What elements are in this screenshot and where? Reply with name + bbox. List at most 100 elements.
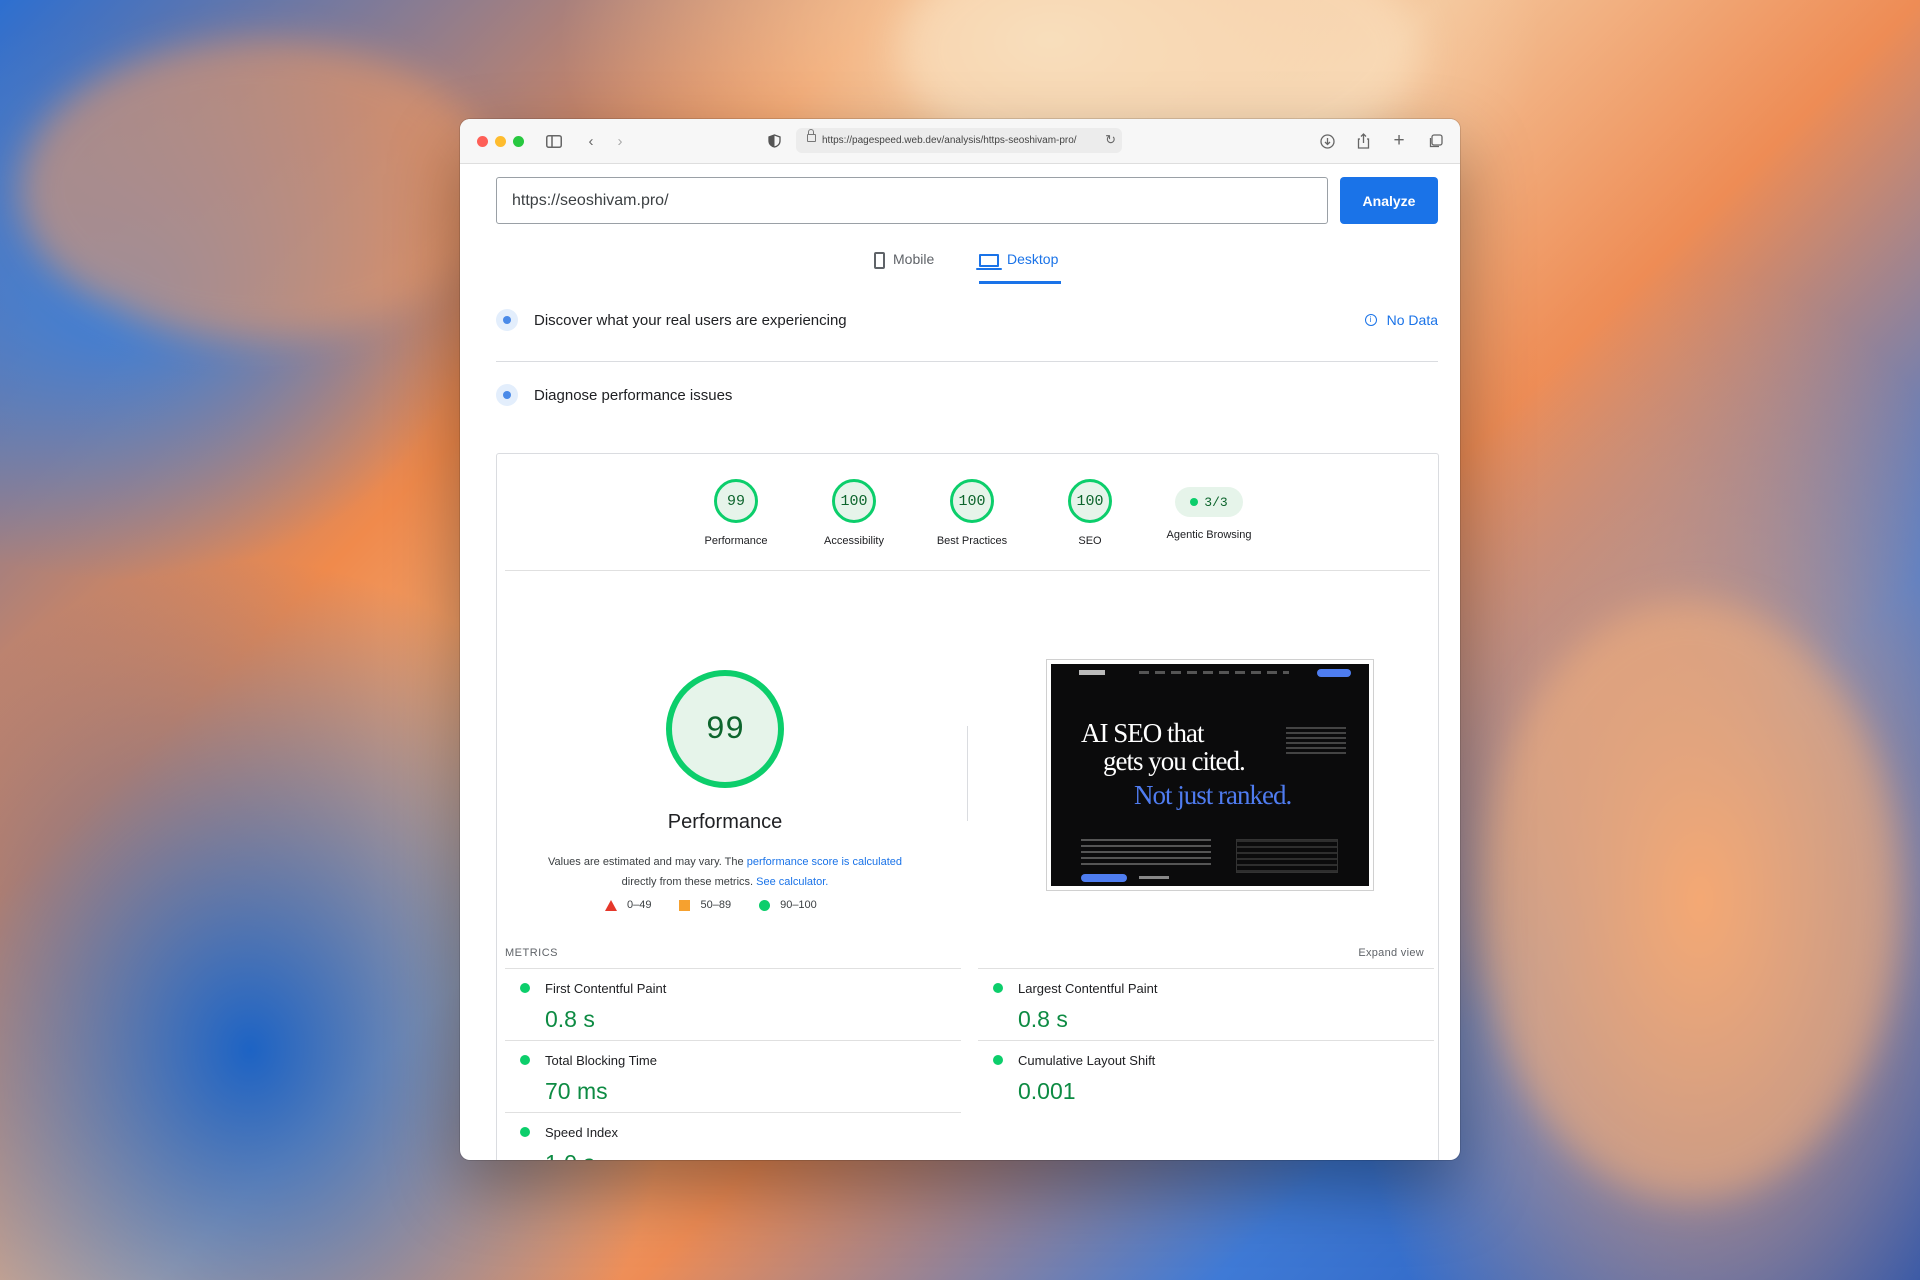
analyze-button[interactable]: Analyze <box>1340 177 1438 224</box>
category-gauges: 99 Performance 100 Accessibility 100 Bes… <box>497 454 1438 570</box>
download-icon[interactable] <box>1317 131 1337 151</box>
screenshot-card <box>1236 839 1338 873</box>
tab-overview-icon[interactable] <box>1425 131 1445 151</box>
laptop-icon <box>976 254 1002 270</box>
wallpaper-streak <box>20 40 500 340</box>
headline-line-1: AI SEO that <box>1081 718 1204 748</box>
diagnose-row: Diagnose performance issues <box>496 382 1438 408</box>
address-bar[interactable]: https://pagespeed.web.dev/analysis/https… <box>796 128 1122 153</box>
screenshot-sidebar-text <box>1286 727 1346 757</box>
score-pill-value: 3/3 <box>1204 494 1228 510</box>
browser-window: ‹ › https://pagespeed.web.dev/analysis/h… <box>460 119 1460 1160</box>
tab-desktop[interactable]: Desktop <box>976 251 1061 284</box>
gauge-seo[interactable]: 100 SEO <box>1042 479 1138 547</box>
gauge-label: Agentic Browsing <box>1166 529 1252 541</box>
metric-value: 0.8 s <box>1018 1006 1068 1032</box>
metrics-heading: METRICS <box>505 947 558 959</box>
pass-dot <box>520 1055 530 1065</box>
info-icon: i <box>1364 314 1377 326</box>
no-data-link[interactable]: i No Data <box>1364 312 1438 328</box>
metric-value: 0.001 <box>1018 1078 1076 1104</box>
legend-average-range: 50–89 <box>700 899 732 911</box>
diagnose-icon <box>496 384 518 406</box>
metric-label: Speed Index <box>545 1125 619 1140</box>
tab-mobile[interactable]: Mobile <box>874 251 934 281</box>
gauge-label: Accessibility <box>824 535 884 547</box>
metric-cls: Cumulative Layout Shift 0.001 <box>978 1040 1434 1112</box>
diagnose-title: Diagnose performance issues <box>534 386 733 404</box>
privacy-shield-icon[interactable] <box>764 131 784 151</box>
pass-dot <box>993 983 1003 993</box>
headline-line-2: gets you cited. <box>1103 746 1246 776</box>
pass-dot <box>993 1055 1003 1065</box>
red-triangle-icon <box>605 899 617 911</box>
screenshot-image: AI SEO that gets you cited. Not just ran… <box>1051 664 1369 886</box>
gauge-accessibility[interactable]: 100 Accessibility <box>806 479 902 547</box>
metric-value: 0.8 s <box>545 1006 595 1032</box>
address-url: https://pagespeed.web.dev/analysis/https… <box>822 135 1077 146</box>
performance-score-ring: 99 <box>666 670 784 788</box>
tab-mobile-label: Mobile <box>893 251 935 267</box>
performance-note: Values are estimated and may vary. The p… <box>535 852 915 892</box>
gauge-label: Performance <box>704 535 768 547</box>
final-screenshot: AI SEO that gets you cited. Not just ran… <box>1046 659 1374 891</box>
performance-title: Performance <box>667 811 783 833</box>
metrics-header: METRICS Expand view <box>505 947 1424 959</box>
green-circle-icon <box>759 899 771 911</box>
screenshot-nav <box>1059 669 1361 678</box>
metric-speed-index: Speed Index 1.0 s <box>505 1112 961 1160</box>
new-tab-icon[interactable]: + <box>1389 130 1409 151</box>
screenshot-logo <box>1079 670 1105 675</box>
share-icon[interactable] <box>1353 131 1373 151</box>
metric-value: 70 ms <box>545 1078 608 1104</box>
note-text: Values are estimated and may vary. The <box>547 856 747 868</box>
section-divider <box>496 361 1438 362</box>
minimize-window-button[interactable] <box>495 136 506 147</box>
vertical-divider <box>967 726 968 821</box>
close-window-button[interactable] <box>477 136 488 147</box>
back-icon[interactable]: ‹ <box>581 131 601 151</box>
screenshot-button <box>1081 874 1127 882</box>
score-calculated-link[interactable]: performance score is calculated <box>747 856 902 868</box>
expand-view-toggle[interactable]: Expand view <box>1358 947 1424 959</box>
metric-label: First Contentful Paint <box>545 981 667 996</box>
gauge-best-practices[interactable]: 100 Best Practices <box>924 479 1020 547</box>
orange-square-icon <box>679 899 691 911</box>
report-panel: 99 Performance 100 Accessibility 100 Bes… <box>496 453 1439 1160</box>
gauge-performance[interactable]: 99 Performance <box>688 479 784 547</box>
url-input[interactable] <box>496 177 1328 224</box>
see-calculator-link[interactable]: See calculator. <box>756 876 828 888</box>
field-data-title: Discover what your real users are experi… <box>534 311 847 329</box>
browser-toolbar: ‹ › https://pagespeed.web.dev/analysis/h… <box>460 119 1460 164</box>
metric-label: Largest Contentful Paint <box>1018 981 1158 996</box>
sidebar-icon[interactable] <box>544 131 564 151</box>
screenshot-links <box>1139 671 1289 674</box>
score-ring: 100 <box>950 479 994 523</box>
pagespeed-page: Analyze Mobile Desktop Discover what you… <box>460 164 1460 1160</box>
gauge-agentic-browsing[interactable]: 3/3 Agentic Browsing <box>1155 479 1263 541</box>
pass-dot <box>1190 498 1199 506</box>
wallpaper-streak <box>1480 600 1900 1200</box>
metric-lcp: Largest Contentful Paint 0.8 s <box>978 968 1434 1040</box>
legend-pass-range: 90–100 <box>780 899 817 911</box>
field-data-row: Discover what your real users are experi… <box>496 307 1438 333</box>
reload-icon[interactable]: ↻ <box>1105 132 1116 148</box>
screenshot-headline: AI SEO that gets you cited. <box>1081 718 1246 776</box>
legend-pass: 90–100 <box>759 899 817 911</box>
legend-fail: 0–49 <box>605 899 651 911</box>
metric-label: Cumulative Layout Shift <box>1018 1053 1156 1068</box>
zoom-window-button[interactable] <box>513 136 524 147</box>
metric-label: Total Blocking Time <box>545 1053 657 1068</box>
gauges-divider <box>505 570 1430 571</box>
forward-icon[interactable]: › <box>610 131 630 151</box>
phone-icon <box>874 252 885 269</box>
headline-line-3: Not just ranked. <box>1134 780 1292 810</box>
lock-icon <box>807 129 816 142</box>
metric-tbt: Total Blocking Time 70 ms <box>505 1040 961 1112</box>
screenshot-body-text <box>1081 839 1211 867</box>
score-ring: 100 <box>832 479 876 523</box>
legend-fail-range: 0–49 <box>627 899 652 911</box>
pass-dot <box>520 1127 530 1137</box>
gauge-label: Best Practices <box>936 535 1008 547</box>
score-legend: 0–49 50–89 90–100 <box>605 899 817 911</box>
